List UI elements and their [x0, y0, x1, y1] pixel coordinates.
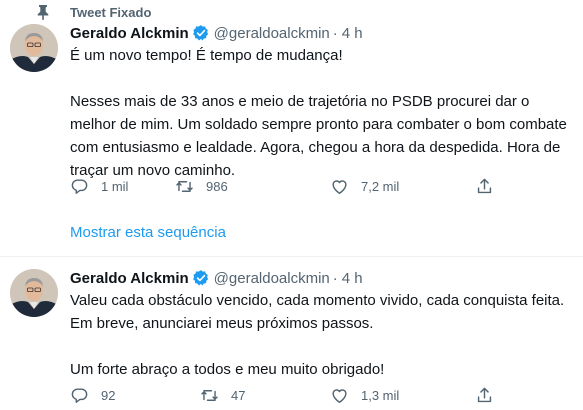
separator: · [332, 24, 338, 42]
like-icon [332, 389, 347, 403]
tweet-actions: 92 47 1,3 mil [70, 386, 510, 406]
timestamp[interactable]: 4 h [342, 25, 363, 42]
share-button[interactable] [475, 386, 494, 405]
pin-icon [37, 5, 49, 20]
retweet-count: 47 [231, 388, 246, 403]
like-button[interactable]: 1,3 mil [330, 386, 399, 405]
reply-icon [71, 179, 88, 194]
reply-count: 92 [101, 388, 116, 403]
verified-badge-icon [192, 25, 208, 41]
tweet-paragraph: Nesses mais de 33 anos e meio de trajetó… [70, 93, 567, 179]
reply-button[interactable]: 1 mil [70, 177, 128, 196]
retweet-icon [201, 390, 218, 401]
pinned-label: Tweet Fixado [70, 5, 152, 20]
retweet-count: 986 [206, 179, 228, 194]
tweet[interactable]: Geraldo Alckmin @geraldoalckmin · 4 h Va… [0, 257, 583, 410]
tweet-header: Geraldo Alckmin @geraldoalckmin · 4 h [70, 23, 363, 43]
separator: · [332, 269, 338, 287]
tweet-paragraph: Um forte abraço a todos e meu muito obri… [70, 361, 385, 378]
timestamp[interactable]: 4 h [342, 270, 363, 287]
tweet-text: É um novo tempo! É tempo de mudança! Nes… [70, 44, 575, 182]
author-name[interactable]: Geraldo Alckmin [70, 270, 189, 287]
author-handle[interactable]: @geraldoalckmin [214, 25, 330, 42]
share-icon [477, 178, 492, 194]
like-icon [332, 180, 347, 194]
retweet-button[interactable]: 47 [200, 386, 245, 405]
avatar[interactable] [10, 24, 58, 72]
like-count: 7,2 mil [361, 179, 400, 194]
retweet-icon [176, 181, 193, 192]
like-count: 1,3 mil [361, 388, 400, 403]
author-handle[interactable]: @geraldoalckmin [214, 270, 330, 287]
show-thread-link[interactable]: Mostrar esta sequência [70, 224, 226, 241]
pinned-indicator: Tweet Fixado [36, 4, 151, 20]
share-icon [477, 387, 492, 403]
like-button[interactable]: 7,2 mil [330, 177, 399, 196]
author-name[interactable]: Geraldo Alckmin [70, 25, 189, 42]
tweet-actions: 1 mil 986 7,2 mil [70, 177, 510, 197]
tweet-pinned[interactable]: Tweet Fixado Geraldo Alckmin @geraldoalc… [0, 0, 583, 212]
share-button[interactable] [475, 177, 494, 196]
tweet-paragraph: Valeu cada obstáculo vencido, cada momen… [70, 292, 565, 332]
reply-count: 1 mil [101, 179, 129, 194]
reply-button[interactable]: 92 [70, 386, 115, 405]
retweet-button[interactable]: 986 [175, 177, 228, 196]
tweet-header: Geraldo Alckmin @geraldoalckmin · 4 h [70, 268, 363, 288]
reply-icon [71, 388, 88, 403]
avatar[interactable] [10, 269, 58, 317]
tweet-paragraph: É um novo tempo! É tempo de mudança! [70, 47, 343, 64]
verified-badge-icon [192, 270, 208, 286]
tweet-text: Valeu cada obstáculo vencido, cada momen… [70, 289, 575, 381]
